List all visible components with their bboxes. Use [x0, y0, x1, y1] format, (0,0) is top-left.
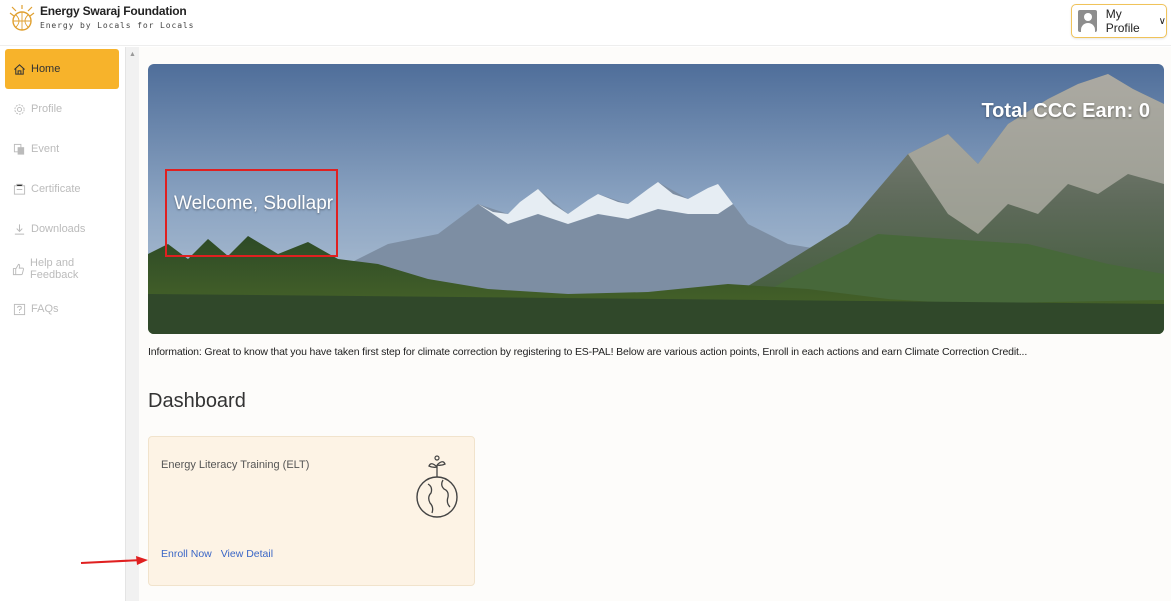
gear-icon	[12, 102, 26, 116]
download-icon	[12, 222, 26, 236]
sidebar-item-event[interactable]: Event	[5, 129, 119, 169]
sidebar-item-label: Help and Feedback	[30, 257, 79, 281]
welcome-message: Welcome, Sbollapr	[174, 193, 334, 214]
sidebar-item-profile[interactable]: Profile	[5, 89, 119, 129]
sidebar-item-label: Certificate	[31, 183, 81, 195]
home-icon	[12, 62, 26, 76]
sidebar-item-home[interactable]: Home	[5, 49, 119, 89]
sidebar-item-label: FAQs	[31, 303, 59, 315]
question-icon	[12, 302, 26, 316]
sidebar-item-faqs[interactable]: FAQs	[5, 289, 119, 329]
information-label: Information	[148, 346, 199, 358]
enroll-now-link[interactable]: Enroll Now	[161, 548, 212, 560]
elt-card: Energy Literacy Training (ELT) Enroll No…	[148, 436, 475, 586]
card-title: Energy Literacy Training (ELT)	[161, 459, 310, 471]
sidebar-item-downloads[interactable]: Downloads	[5, 209, 119, 249]
main-content: Total CCC Earn: 0 Welcome, Sbollapr Info…	[139, 47, 1171, 601]
sidebar-item-label: Profile	[31, 103, 63, 115]
chevron-down-icon: ∨	[1158, 15, 1166, 27]
sidebar-item-label: Event	[31, 143, 60, 155]
view-detail-link[interactable]: View Detail	[221, 548, 273, 560]
my-profile-button[interactable]: My Profile ∨	[1071, 4, 1167, 38]
certificate-icon	[12, 182, 26, 196]
sidebar-item-help-feedback[interactable]: Help and Feedback	[5, 249, 119, 289]
top-bar: Energy Swaraj Foundation Energy by Local…	[0, 0, 1171, 46]
brand-tagline: Energy by Locals for Locals	[40, 21, 195, 30]
avatar-icon	[1078, 10, 1097, 32]
annotation-arrow-icon	[80, 554, 150, 566]
card-actions: Enroll Now View Detail	[161, 548, 279, 560]
sidebar-scrollbar[interactable]: ▲	[125, 47, 139, 601]
my-profile-label: My Profile	[1105, 7, 1140, 35]
welcome-banner: Total CCC Earn: 0 Welcome, Sbollapr	[148, 64, 1164, 334]
globe-plant-icon	[413, 451, 461, 523]
foundation-logo-icon[interactable]	[8, 4, 36, 38]
sidebar-item-label: Home	[31, 63, 61, 75]
welcome-highlight-box: Welcome, Sbollapr	[165, 169, 338, 257]
information-body: : Great to know that you have taken firs…	[198, 346, 1028, 358]
total-ccc-earn: Total CCC Earn: 0	[981, 100, 1150, 122]
sidebar: Home Profile Event Certificate Downloads…	[0, 47, 125, 601]
copy-icon	[12, 142, 26, 156]
sidebar-item-label: Downloads	[31, 223, 86, 235]
dashboard-title: Dashboard	[148, 390, 246, 412]
sidebar-item-certificate[interactable]: Certificate	[5, 169, 119, 209]
brand-name: Energy Swaraj Foundation	[40, 4, 187, 18]
thumbs-up-icon	[12, 262, 25, 276]
information-text: Information: Great to know that you have…	[148, 346, 1027, 358]
scroll-up-icon[interactable]: ▲	[129, 51, 136, 58]
